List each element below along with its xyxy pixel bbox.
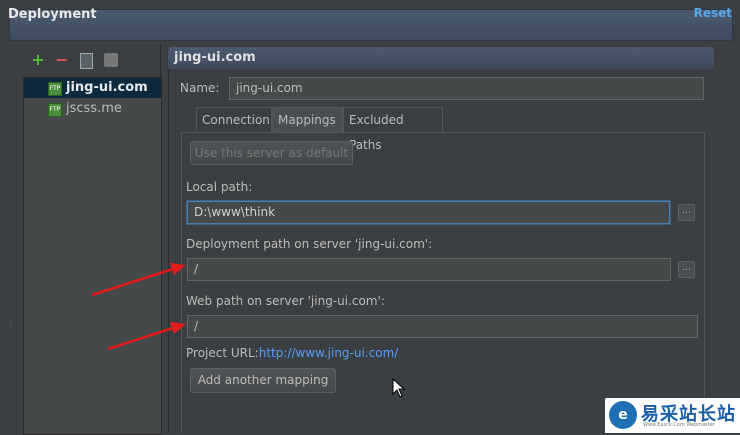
watermark-subtitle: Www.Easck.Com Webmaster	[643, 422, 715, 428]
server-item-label: jing-ui.com	[66, 80, 148, 95]
watermark-logo-icon: e	[609, 401, 637, 429]
tab-mappings[interactable]: Mappings	[272, 107, 343, 132]
server-item-label: jscss.me	[66, 101, 122, 116]
browse-local-path-button[interactable]: ...	[678, 204, 695, 221]
remove-icon[interactable]: −	[54, 52, 70, 68]
server-item-jing-ui[interactable]: FTP jing-ui.com	[24, 78, 161, 98]
web-path-field[interactable]: /	[187, 315, 698, 338]
tab-connection[interactable]: Connection	[196, 107, 272, 132]
tab-excluded-paths[interactable]: Excluded Paths	[343, 107, 443, 152]
name-label: Name:	[180, 81, 220, 95]
copy-icon[interactable]	[80, 53, 93, 69]
panel-title: jing-ui.com	[174, 50, 256, 65]
ftp-server-icon: FTP	[48, 103, 62, 117]
red-arrow-icon	[91, 263, 186, 297]
ftp-server-icon: FTP	[48, 82, 62, 96]
server-icon[interactable]	[104, 53, 118, 67]
deployment-path-label: Deployment path on server 'jing-ui.com':	[186, 237, 433, 251]
use-as-default-button[interactable]: Use this server as default	[190, 141, 353, 165]
deployment-path-field[interactable]: /	[187, 258, 671, 281]
mouse-cursor-icon	[392, 378, 406, 398]
browse-deployment-path-button[interactable]: ...	[678, 261, 695, 278]
red-arrow-icon	[107, 322, 186, 351]
local-path-label: Local path:	[186, 180, 253, 194]
project-url-row: Project URL:http://www.jing-ui.com/	[186, 346, 398, 360]
add-icon[interactable]: +	[30, 52, 46, 68]
web-path-label: Web path on server 'jing-ui.com':	[186, 294, 385, 308]
server-tree: FTP jing-ui.com FTP jscss.me	[23, 77, 162, 435]
panel-header: jing-ui.com	[168, 47, 714, 69]
splitter-handle-icon[interactable]: ⋮	[6, 320, 16, 331]
dialog-title: Deployment	[8, 7, 97, 22]
watermark: e 易采站长站 Www.Easck.Com Webmaster	[605, 398, 740, 433]
local-path-field[interactable]: D:\www\think	[187, 201, 670, 224]
server-item-jscss[interactable]: FTP jscss.me	[24, 99, 161, 119]
reset-button[interactable]: Reset	[694, 6, 732, 20]
name-field[interactable]: jing-ui.com	[229, 77, 704, 100]
dialog-header	[9, 9, 733, 41]
add-mapping-button[interactable]: Add another mapping	[190, 368, 336, 393]
project-url-label: Project URL:	[186, 346, 259, 360]
project-url-link[interactable]: http://www.jing-ui.com/	[259, 346, 399, 360]
